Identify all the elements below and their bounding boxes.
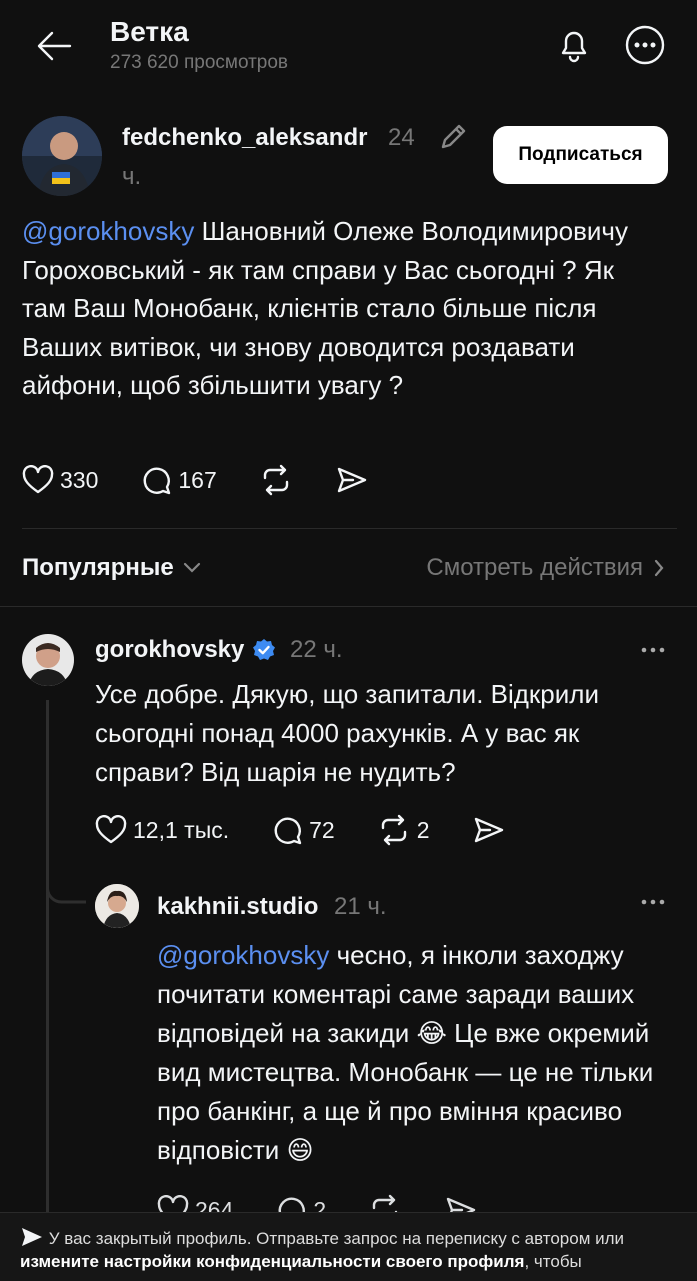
thread-line [46,700,49,1220]
reply-author-avatar[interactable] [22,634,74,686]
reply-more-button[interactable] [638,640,668,660]
mention-link[interactable]: @gorokhovsky [22,216,194,246]
post-text: @gorokhovsky Шановний Олеже Володимирови… [22,216,628,400]
post-author-username[interactable]: fedchenko_aleksandr [122,124,367,152]
repost-button[interactable]: 2 [377,814,430,846]
activity-label: Смотреть действия [426,554,643,581]
sort-label: Популярные [22,554,174,581]
nested-reply-username[interactable]: kakhnii.studio [157,893,318,921]
like-count: 330 [60,466,99,493]
send-filled-icon [22,1228,42,1246]
nested-reply-avatar[interactable] [95,884,139,928]
divider [22,528,677,529]
reply-time: 22 ч. [290,636,343,663]
like-button[interactable]: 330 [22,465,98,495]
share-button[interactable] [335,465,369,495]
more-horizontal-icon [641,899,665,905]
notifications-button[interactable] [552,22,596,66]
comment-count: 167 [178,466,217,493]
laughing-tears-emoji: 😂 [416,1018,447,1048]
repost-icon [381,814,406,846]
divider [0,606,697,607]
more-options-button[interactable] [622,22,668,68]
heart-icon [95,815,127,844]
verified-badge-icon [253,639,276,660]
arrow-left-icon [37,31,72,61]
send-icon [474,817,503,843]
follow-button[interactable]: Подписаться [493,126,668,184]
share-button[interactable] [472,815,506,845]
back-button[interactable] [32,26,76,66]
comment-button[interactable]: 72 [271,814,335,846]
heart-icon [22,465,54,494]
nested-reply-time: 21 ч. [334,893,387,920]
reply-text: Усе добре. Дякую, що запитали. Відкрили … [95,679,599,787]
comment-icon [143,467,171,495]
like-count: 12,1 тыс. [133,816,230,843]
chevron-down-icon [183,562,200,573]
comment-icon [274,817,302,845]
view-count: 273 620 просмотров [110,52,289,73]
mention-link[interactable]: @gorokhovsky [157,940,329,970]
chevron-right-icon [654,559,664,577]
like-button[interactable]: 12,1 тыс. [95,815,229,845]
more-circle-icon [625,25,665,65]
reply-actions: 12,1 тыс. 72 2 [95,814,548,846]
post-time: 24 [388,124,415,151]
privacy-settings-link[interactable]: измените настройки конфиденциальности св… [20,1252,524,1271]
comment-button[interactable]: 167 [140,464,217,496]
post-time-unit: ч. [122,163,142,190]
edited-indicator [436,120,470,154]
sort-dropdown[interactable]: Популярные [22,554,202,582]
private-profile-notice: У вас закрытый профиль. Отправьте запрос… [20,1226,685,1273]
repost-icon [263,464,288,496]
post-actions: 330 167 [22,464,411,496]
repost-count: 2 [416,816,430,843]
nested-reply-text: @gorokhovsky чесно, я інколи заходжу поч… [157,940,654,1165]
reply-author[interactable]: gorokhovsky [95,636,276,664]
smile-emoji: 😄 [286,1135,314,1165]
more-horizontal-icon [641,647,665,653]
nested-reply-more-button[interactable] [638,892,668,912]
post-author-avatar[interactable] [22,116,102,196]
comment-count: 72 [309,816,335,843]
view-activity-link[interactable]: Смотреть действия [426,554,665,582]
send-icon [337,467,366,493]
pencil-icon [441,124,466,149]
page-title: Ветка [110,16,189,47]
repost-button[interactable] [259,464,293,496]
bell-icon [561,31,587,63]
reply-author-username: gorokhovsky [95,636,245,663]
